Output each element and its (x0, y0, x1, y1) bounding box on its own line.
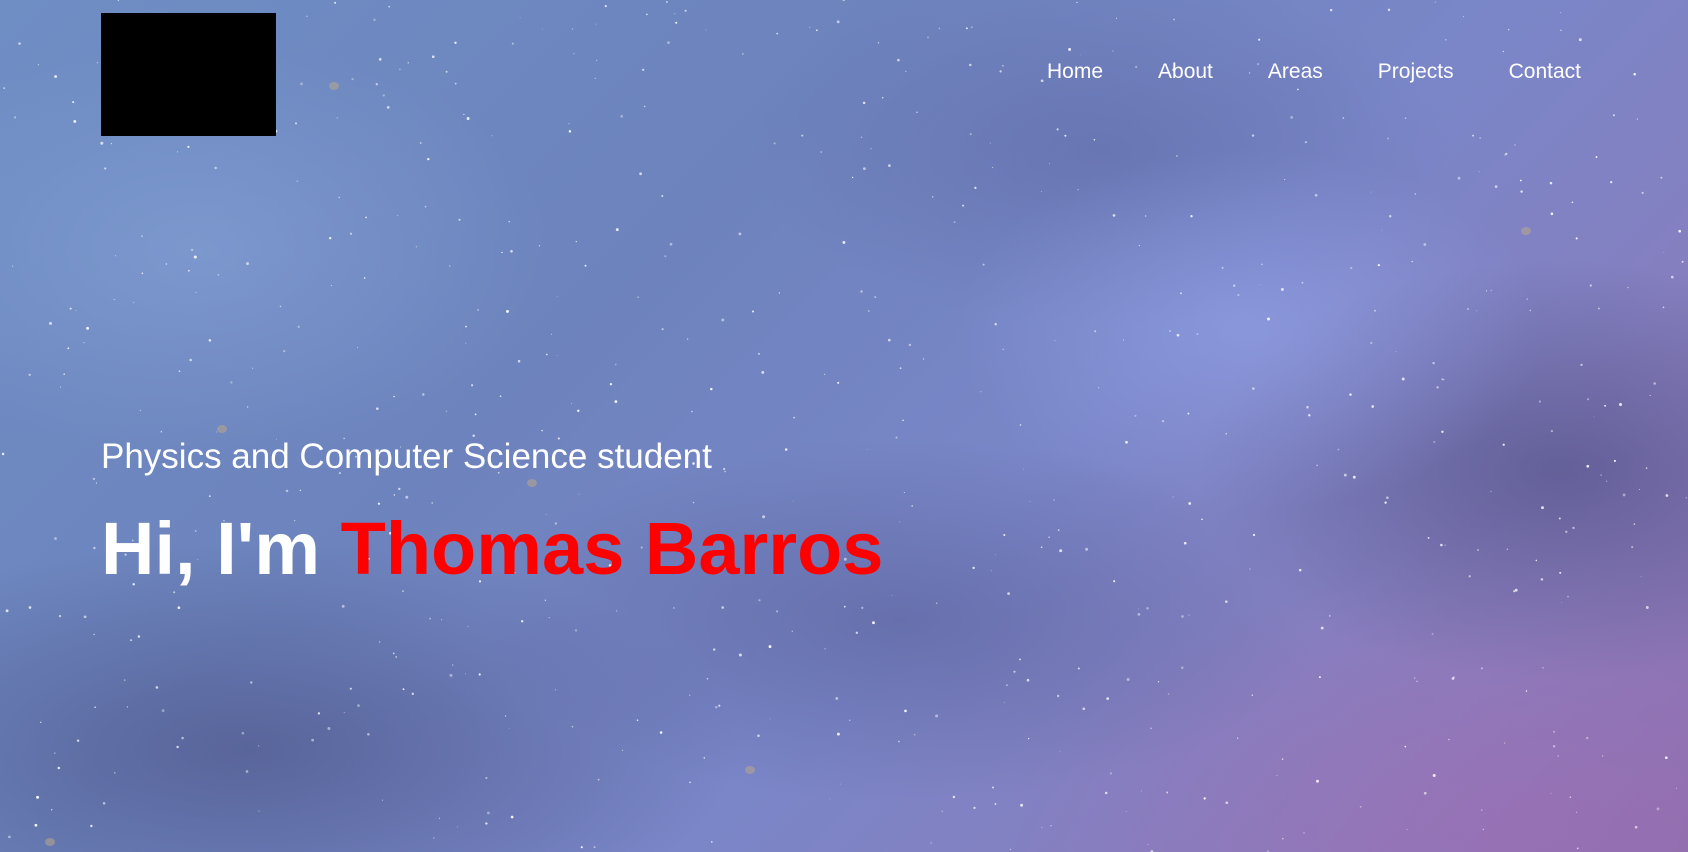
nav-link-home[interactable]: Home (1047, 58, 1103, 86)
main-nav: Home About Areas Projects Contact (1047, 58, 1581, 86)
nav-link-projects[interactable]: Projects (1378, 58, 1454, 86)
nav-link-contact[interactable]: Contact (1509, 58, 1581, 86)
hero-name: Thomas Barros (340, 507, 884, 590)
hero-background: Home About Areas Projects Contact Physic… (0, 0, 1688, 852)
hero-subtitle: Physics and Computer Science student (101, 437, 712, 476)
hero-greeting: Hi, I'm (101, 507, 321, 590)
nav-link-areas[interactable]: Areas (1268, 58, 1323, 86)
hero-headline: Hi, I'm Thomas Barros (101, 507, 883, 591)
nav-link-about[interactable]: About (1158, 58, 1213, 86)
logo[interactable] (101, 13, 276, 136)
